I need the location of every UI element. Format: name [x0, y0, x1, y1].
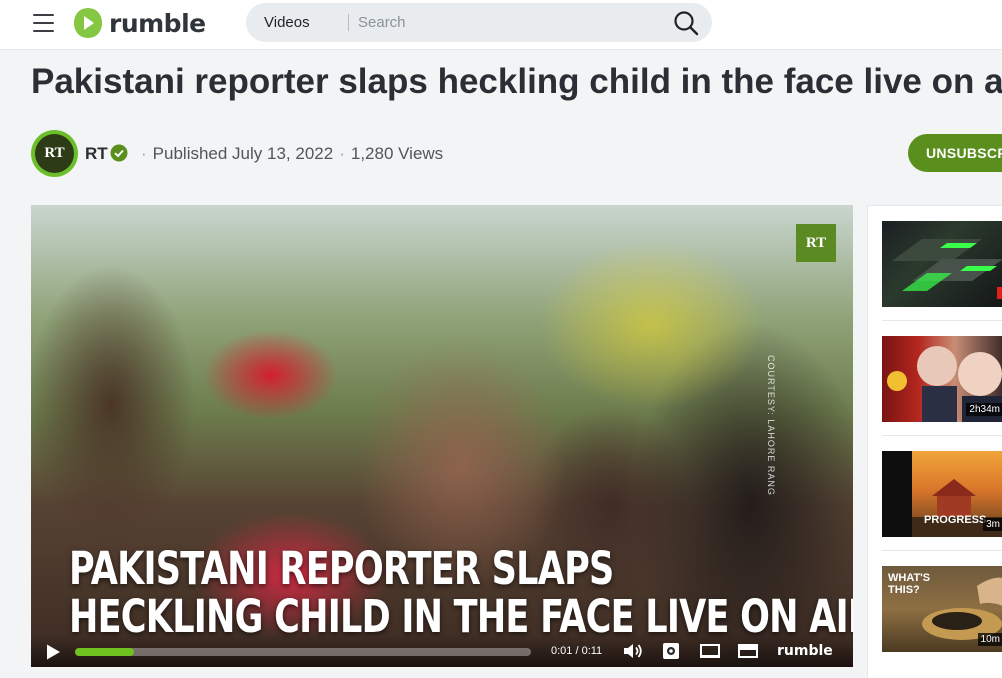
caption-line-1: PAKISTANI REPORTER SLAPS	[69, 542, 614, 595]
meta-separator: ·	[141, 144, 147, 163]
logo-text: rumble	[109, 8, 206, 38]
video-duration: 2h34m	[966, 403, 1002, 416]
avatar-text: RT	[35, 134, 74, 173]
related-video-thumbnail[interactable]: WHAT'S THIS? 10m	[882, 566, 1002, 652]
video-meta: · Published July 13, 2022 · 1,280 Views	[135, 144, 443, 164]
view-count: 1,280 Views	[350, 144, 444, 163]
related-video-thumbnail[interactable]	[882, 221, 1002, 307]
top-header: rumble Videos	[0, 0, 1002, 50]
player-rumble-logo[interactable]: rumble	[777, 643, 833, 659]
video-title: Pakistani reporter slaps heckling child …	[31, 62, 1002, 101]
unsubscribe-button[interactable]: UNSUBSCRIBE	[908, 134, 1002, 172]
courtesy-text: COURTESY: LAHORE RANG	[766, 355, 776, 496]
video-duration: 3m	[983, 518, 1002, 531]
rt-watermark: RT	[796, 224, 836, 262]
search-divider	[348, 14, 349, 31]
related-video-thumbnail[interactable]: PROGRESS 3m	[882, 451, 1002, 537]
meta-separator: ·	[339, 144, 345, 163]
video-player[interactable]: RT COURTESY: LAHORE RANG PAKISTANI REPOR…	[31, 205, 853, 667]
menu-icon[interactable]	[33, 14, 54, 32]
related-videos-sidebar: 2h34m PROGRESS 3m WHAT'S THIS? 10m	[867, 205, 1002, 678]
time-display: 0:01 / 0:11	[551, 645, 603, 657]
search-bar: Videos	[246, 3, 712, 42]
pip-icon[interactable]	[737, 641, 759, 661]
search-category-select[interactable]: Videos	[264, 14, 310, 31]
channel-avatar[interactable]: RT	[31, 130, 78, 177]
related-video-thumbnail[interactable]: 2h34m	[882, 336, 1002, 422]
progress-fill	[75, 648, 135, 656]
channel-name[interactable]: RT	[85, 144, 108, 164]
thumbnail-image	[892, 239, 1002, 299]
rumble-play-icon	[74, 8, 102, 38]
play-icon[interactable]	[44, 643, 62, 661]
theater-mode-icon[interactable]	[699, 641, 721, 661]
publish-date: Published July 13, 2022	[152, 144, 334, 163]
channel-row: RT RT · Published July 13, 2022 · 1,280 Vie…	[31, 130, 1002, 177]
rumble-logo[interactable]: rumble	[73, 7, 206, 39]
search-icon[interactable]	[672, 9, 702, 37]
progress-bar[interactable]	[75, 648, 531, 656]
video-caption: PAKISTANI REPORTER SLAPS HECKLING CHILD …	[69, 542, 853, 643]
thumbnail-overlay-text: PROGRESS	[924, 514, 987, 526]
settings-gear-icon[interactable]	[660, 641, 682, 661]
divider	[882, 320, 1002, 321]
thumbnail-overlay-text: WHAT'S THIS?	[888, 572, 931, 596]
search-input[interactable]	[358, 10, 658, 35]
volume-icon[interactable]	[622, 641, 644, 661]
divider	[882, 435, 1002, 436]
verified-icon	[110, 144, 128, 162]
caption-line-2: HECKLING CHILD IN THE FACE LIVE ON AIR	[69, 590, 853, 643]
divider	[882, 550, 1002, 551]
video-duration: 10m	[977, 633, 1002, 646]
player-controls: 0:01 / 0:11 rumble	[31, 635, 853, 667]
